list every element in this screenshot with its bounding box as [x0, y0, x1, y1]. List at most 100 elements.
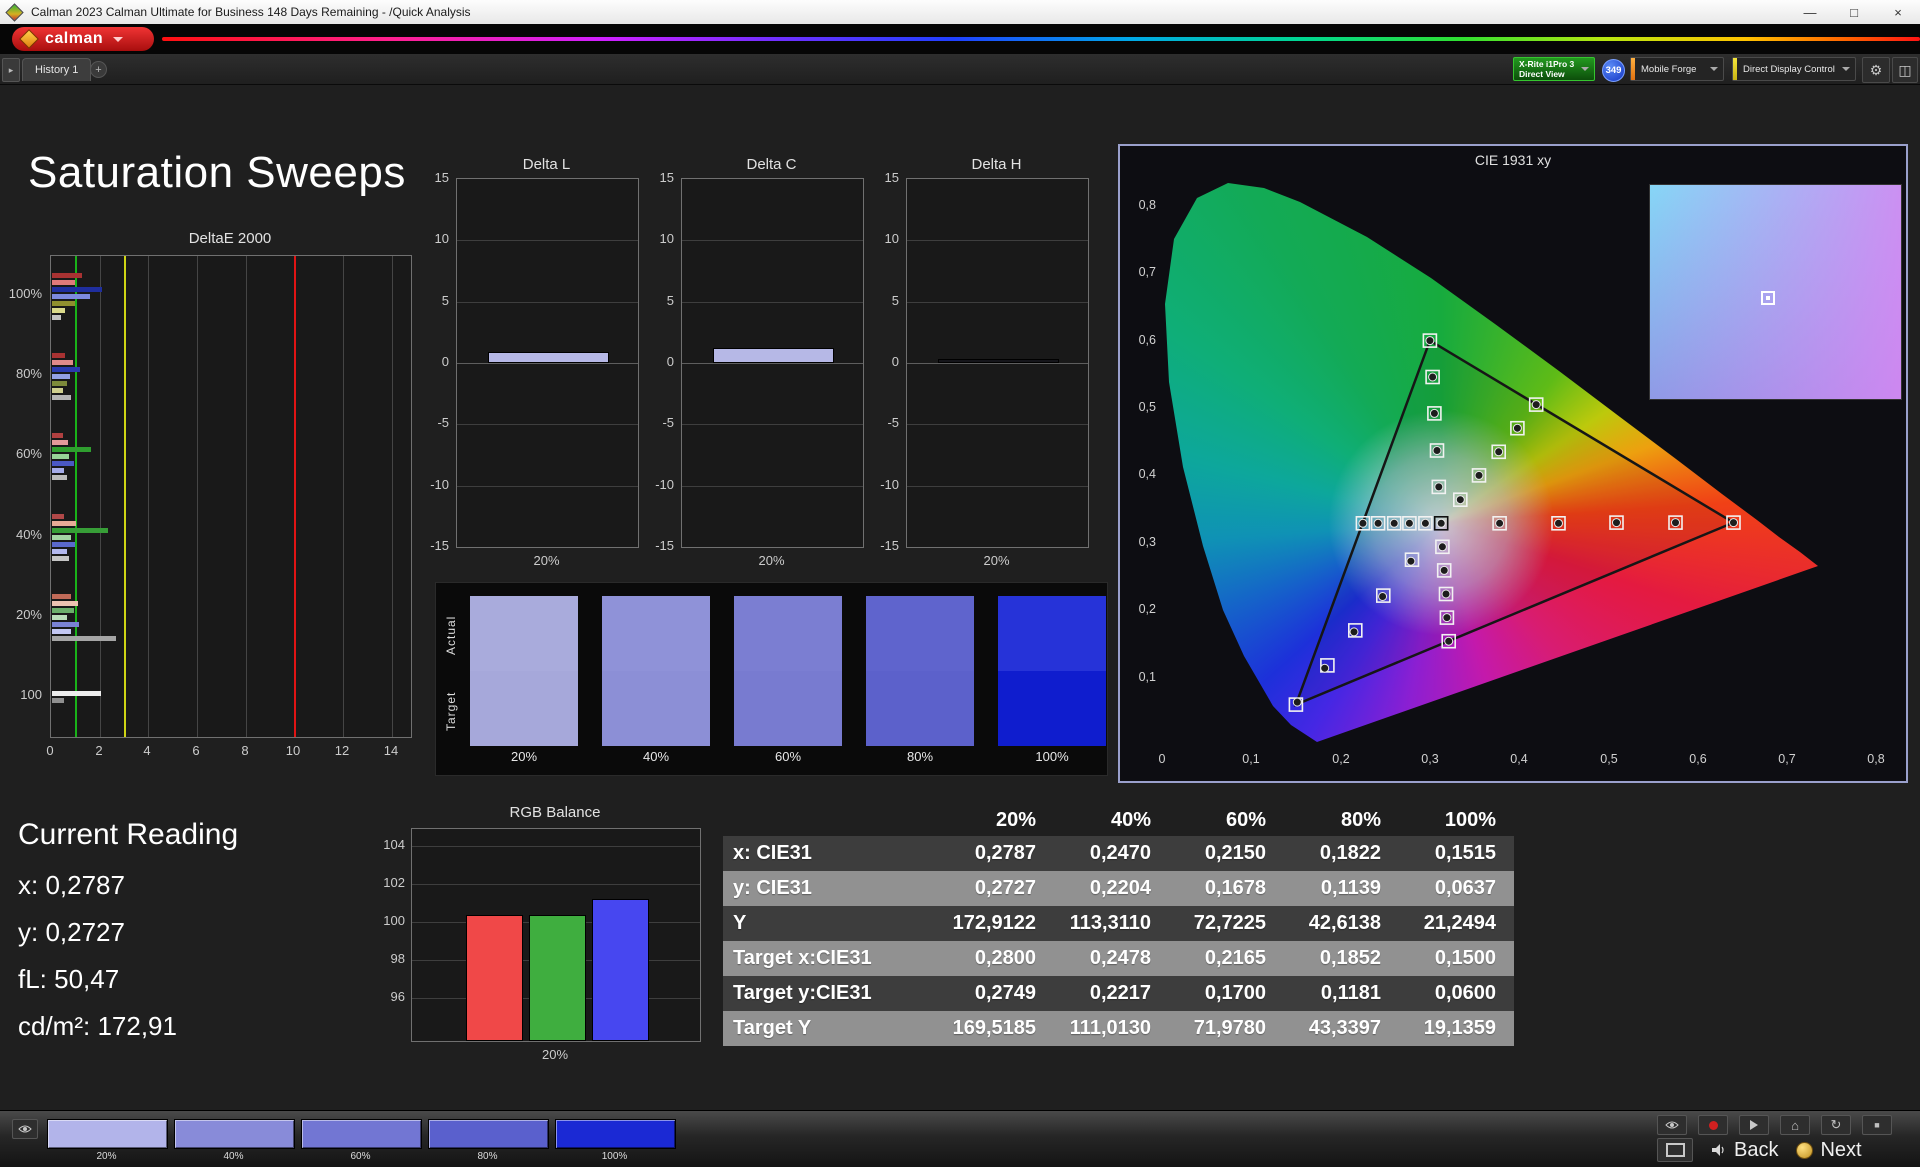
source-select-button[interactable]: Mobile Forge	[1630, 57, 1724, 81]
delta-bar	[712, 348, 835, 363]
deltae-bar	[52, 453, 69, 459]
cie-measured-dot	[1442, 613, 1452, 623]
delta-ytick: -10	[880, 477, 899, 492]
eye-toggle-button-left[interactable]	[12, 1119, 38, 1139]
bottom-swatch-80%[interactable]	[428, 1119, 549, 1149]
reading-cdm2: cd/m²: 172,91	[18, 1011, 177, 1041]
record-button[interactable]	[1698, 1115, 1728, 1135]
bottom-swatch-label: 20%	[96, 1151, 117, 1162]
close-button[interactable]: ×	[1876, 0, 1920, 24]
deltae-bar	[52, 380, 67, 386]
delta-bar	[487, 352, 610, 363]
table-cell: 0,2204	[1089, 877, 1151, 899]
table-cell: 0,2749	[974, 982, 1036, 1004]
deltae-bar	[52, 555, 69, 561]
table-cell: 0,1678	[1204, 877, 1266, 899]
eye-toggle-button[interactable]	[1657, 1115, 1687, 1135]
rgb-ytick: 102	[383, 875, 405, 890]
rgb-chart-title: RGB Balance	[509, 804, 601, 821]
table-row-label: Target x:CIE31	[733, 947, 872, 969]
cie-xtick: 0,7	[1778, 752, 1796, 766]
cie-xtick: 0,6	[1689, 752, 1707, 766]
deltae-cluster	[52, 336, 405, 416]
next-button[interactable]: Next	[1796, 1138, 1862, 1162]
table-cell: 0,1822	[1319, 842, 1381, 864]
play-button[interactable]	[1739, 1115, 1769, 1135]
rgb-xtick: 20%	[541, 1047, 569, 1062]
table-header	[723, 804, 939, 836]
deltae-xtick: 12	[334, 743, 350, 758]
deltae-bar	[52, 432, 63, 438]
meter-select-button[interactable]: X-Rite i1Pro 3 Direct View	[1513, 57, 1595, 81]
display-control-button[interactable]: Direct Display Control	[1732, 57, 1856, 81]
settings-button[interactable]: ⚙	[1862, 57, 1890, 83]
delta-gridline	[682, 302, 863, 303]
swatch-actual-color	[470, 596, 578, 671]
bottom-swatch-20%[interactable]	[47, 1119, 168, 1149]
delta-gridline	[682, 363, 863, 364]
table-row-label: Target y:CIE31	[733, 982, 872, 1004]
minimize-button[interactable]: —	[1788, 0, 1832, 24]
spectrum-stripe	[162, 37, 1920, 41]
back-button[interactable]: Back	[1711, 1138, 1778, 1162]
delta-ytick: 0	[666, 354, 674, 369]
delta-xtick: 20%	[533, 553, 560, 568]
cie-xtick: 0,2	[1332, 752, 1350, 766]
bottom-bar: ⌂ ↻ ■ Back Next 20% 40% 60% 80% 100%	[0, 1110, 1920, 1167]
table-cell: 0,2478	[1089, 947, 1151, 969]
monitor-button[interactable]	[1657, 1138, 1693, 1162]
deltae-ylabel: 100%	[8, 286, 42, 301]
delta-charts-group: Delta L 15 10 5 0 -5 -10 -15 20% Delta C 15 10 5 0 -5 -…	[422, 156, 1112, 586]
delta-gridline	[682, 424, 863, 425]
app-icon	[5, 2, 24, 22]
swatch-80%	[866, 596, 974, 746]
rgb-bar-green	[529, 915, 586, 1041]
transport-row-top: ⌂ ↻ ■	[1657, 1115, 1892, 1135]
swatch-label: 40%	[642, 749, 670, 764]
rgb-ytick: 100	[383, 913, 405, 928]
table-cell: 0,1852	[1319, 947, 1381, 969]
titlebar: Calman 2023 Calman Ultimate for Business…	[0, 0, 1920, 25]
cie-measured-dot	[1436, 518, 1446, 528]
delta-ytick: 10	[659, 231, 674, 246]
stop-icon: ■	[1874, 1120, 1880, 1130]
bottom-swatch-60%[interactable]	[301, 1119, 422, 1149]
deltae-xtick: 4	[143, 743, 151, 758]
eye-icon	[18, 1125, 32, 1133]
deltae-ylabel: 40%	[15, 527, 42, 542]
reading-y: y: 0,2727	[18, 917, 125, 947]
delta-ytick: 15	[434, 170, 449, 185]
stop-button[interactable]: ■	[1862, 1115, 1892, 1135]
table-cell: 169,5185	[952, 1017, 1036, 1039]
delta-ytick: 5	[891, 293, 899, 308]
delta-chart-title: Delta C	[746, 156, 797, 173]
deltae-bar	[52, 439, 68, 445]
cie-measured-dot	[1444, 636, 1454, 646]
sidebar-expander-button[interactable]: ▸	[2, 58, 20, 82]
home-button[interactable]: ⌂	[1780, 1115, 1810, 1135]
table-header: 100%	[1444, 808, 1496, 831]
delta-gridline	[457, 240, 638, 241]
swatch-60%	[734, 596, 842, 746]
refresh-button[interactable]: ↻	[1821, 1115, 1851, 1135]
calman-menu-button[interactable]: calman	[12, 27, 154, 51]
bottom-swatch-100%[interactable]	[555, 1119, 676, 1149]
chevron-down-icon	[1710, 67, 1718, 71]
cie-measured-dot	[1389, 518, 1399, 528]
delta-chart-plot	[456, 178, 639, 548]
delta-gridline	[907, 302, 1088, 303]
reading-fl: fL: 50,47	[18, 964, 120, 994]
table-row: Target y:CIE31 0,2749 0,2217 0,1700 0,1181 0,…	[723, 976, 1514, 1011]
cie-measured-dot	[1404, 518, 1414, 528]
cie-ytick: 0,3	[1138, 535, 1156, 549]
table-row: x: CIE31 0,2787 0,2470 0,2150 0,1822 0,1515	[723, 836, 1514, 871]
delta-chart-1: Delta L 15 10 5 0 -5 -10 -15 20%	[422, 156, 645, 581]
bottom-swatch-label: 40%	[223, 1151, 244, 1162]
chevron-down-icon	[113, 36, 124, 42]
layout-panel-button[interactable]: ◫	[1892, 57, 1918, 83]
tab-history-1[interactable]: History 1	[22, 58, 92, 81]
maximize-button[interactable]: □	[1832, 0, 1876, 24]
bottom-swatch-40%[interactable]	[174, 1119, 295, 1149]
delta-xtick: 20%	[758, 553, 785, 568]
add-tab-button[interactable]: +	[90, 61, 107, 78]
